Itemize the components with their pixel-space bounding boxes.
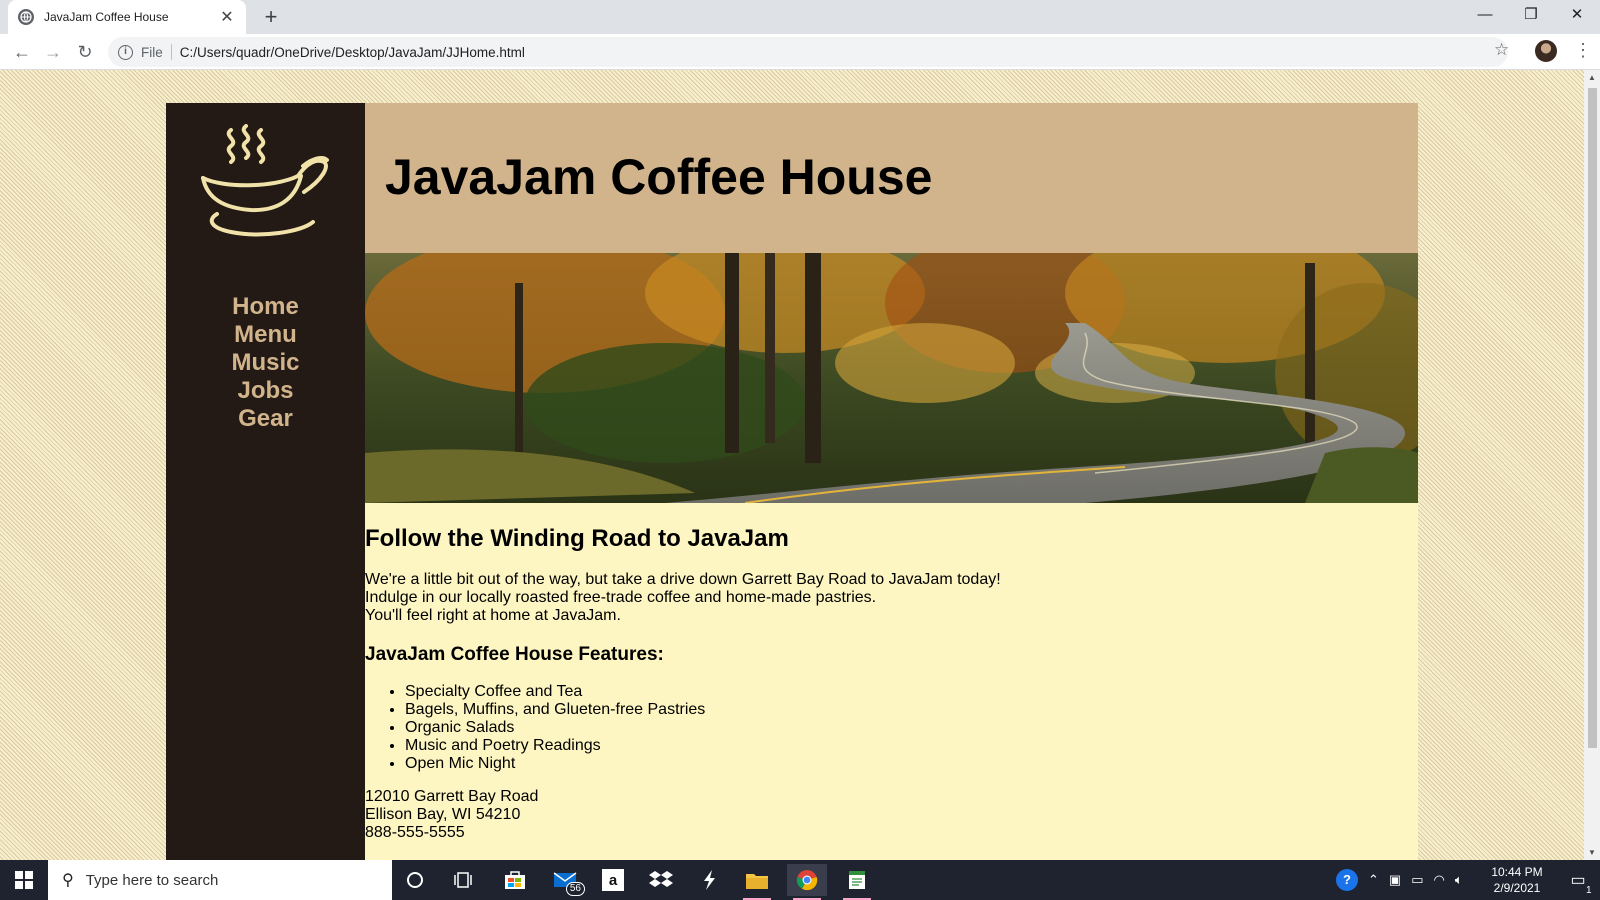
feature-item: Organic Salads [405, 719, 1418, 737]
nav-link-music[interactable]: Music [166, 349, 365, 377]
scroll-down-icon[interactable]: ▼ [1588, 848, 1596, 857]
restore-button[interactable]: ❐ [1508, 0, 1554, 32]
new-tab-button[interactable]: + [258, 4, 284, 30]
intro-line: We're a little bit out of the way, but t… [365, 571, 1001, 588]
address-bar[interactable]: i File C:/Users/quadr/OneDrive/Desktop/J… [108, 37, 1508, 67]
site-nav: Home Menu Music Jobs Gear [166, 293, 365, 433]
site-title: JavaJam Coffee House [385, 149, 933, 205]
reload-icon[interactable]: ↻ [73, 40, 97, 64]
show-hidden-icons-icon[interactable]: ⌃ [1368, 872, 1379, 888]
address-street: 12010 Garrett Bay Road [365, 788, 539, 805]
address-block: 12010 Garrett Bay Road Ellison Bay, WI 5… [365, 788, 1418, 842]
intro-text: We're a little bit out of the way, but t… [365, 571, 1418, 625]
help-icon[interactable]: ? [1336, 869, 1358, 891]
nav-link-menu[interactable]: Menu [166, 321, 365, 349]
windows-start-icon[interactable] [0, 860, 48, 900]
nav-link-gear[interactable]: Gear [166, 405, 365, 433]
amazon-icon[interactable]: a [593, 864, 633, 896]
minimize-button[interactable]: — [1462, 0, 1508, 32]
profile-avatar[interactable] [1535, 40, 1557, 62]
svg-text:a: a [609, 872, 618, 889]
battery-icon[interactable]: ▭ [1411, 872, 1423, 888]
volume-icon[interactable]: 🔈︎ [1455, 872, 1463, 888]
store-icon[interactable] [495, 864, 535, 896]
chrome-icon[interactable] [787, 864, 827, 900]
clock-date: 2/9/2021 [1493, 881, 1541, 895]
browser-tab[interactable]: JavaJam Coffee House ✕ [8, 0, 246, 34]
bookmark-star-icon[interactable]: ☆ [1494, 40, 1509, 60]
feature-item: Specialty Coffee and Tea [405, 683, 1418, 701]
feature-item: Bagels, Muffins, and Glueten-free Pastri… [405, 701, 1418, 719]
cortana-icon[interactable] [395, 864, 435, 896]
taskbar: ⚲ Type here to search 56 a ? ⌃ ▣ ▭ ◠ 🔈︎ … [0, 860, 1600, 900]
clock[interactable]: 10:44 PM 2/9/2021 [1478, 864, 1556, 896]
page-viewport: Home Menu Music Jobs Gear JavaJam Coffee… [0, 70, 1584, 860]
nav-link-home[interactable]: Home [166, 293, 365, 321]
feature-item: Music and Poetry Readings [405, 737, 1418, 755]
task-view-icon[interactable] [443, 864, 483, 896]
search-placeholder: Type here to search [85, 871, 219, 889]
notepad-icon[interactable] [837, 864, 877, 900]
clock-time: 10:44 PM [1491, 865, 1543, 879]
coffee-cup-icon [200, 124, 329, 237]
mail-icon[interactable]: 56 [545, 864, 585, 896]
close-window-button[interactable]: ✕ [1554, 0, 1600, 32]
system-tray: ? ⌃ ▣ ▭ ◠ 🔈︎ [1336, 860, 1463, 900]
hero-image [365, 253, 1418, 503]
site-header: JavaJam Coffee House [365, 103, 1418, 253]
scrollbar-thumb[interactable] [1588, 88, 1597, 748]
browser-toolbar: ← → ↻ i File C:/Users/quadr/OneDrive/Des… [0, 34, 1600, 70]
address-city: Ellison Bay, WI 54210 [365, 806, 521, 823]
file-explorer-icon[interactable] [737, 864, 777, 900]
intro-line: You'll feel right at home at JavaJam. [365, 607, 621, 624]
intro-line: Indulge in our locally roasted free-trad… [365, 589, 877, 606]
info-icon[interactable]: i [118, 44, 133, 60]
tab-title: JavaJam Coffee House [44, 10, 169, 24]
nav-link-jobs[interactable]: Jobs [166, 377, 365, 405]
main-content: Follow the Winding Road to JavaJam We're… [365, 503, 1418, 860]
vertical-scrollbar[interactable]: ▲ ▼ [1584, 70, 1600, 860]
scroll-up-icon[interactable]: ▲ [1588, 73, 1596, 82]
page-wrapper: Home Menu Music Jobs Gear JavaJam Coffee… [166, 103, 1418, 860]
device-icon[interactable]: ▣ [1389, 872, 1401, 888]
tab-strip: JavaJam Coffee House ✕ + — ❐ ✕ [0, 0, 1600, 34]
forward-icon[interactable]: → [41, 40, 65, 64]
back-icon[interactable]: ← [10, 40, 34, 64]
menu-icon[interactable]: ⋮ [1574, 38, 1592, 62]
url-scheme: File [141, 44, 163, 60]
url-text[interactable]: C:/Users/quadr/OneDrive/Desktop/JavaJam/… [180, 45, 525, 60]
close-tab-icon[interactable]: ✕ [218, 7, 236, 27]
taskbar-search-input[interactable]: ⚲ Type here to search [48, 860, 392, 900]
address-phone: 888-555-5555 [365, 824, 465, 841]
logo [166, 103, 365, 253]
globe-icon [18, 9, 34, 25]
notification-count: 1 [1586, 885, 1592, 896]
wifi-icon[interactable]: ◠ [1434, 872, 1445, 888]
main-heading: Follow the Winding Road to JavaJam [365, 525, 789, 552]
features-list: Specialty Coffee and Tea Bagels, Muffins… [365, 683, 1418, 773]
dropbox-icon[interactable] [641, 864, 681, 896]
feature-item: Open Mic Night [405, 755, 1418, 773]
app-icon[interactable] [689, 864, 729, 896]
search-icon: ⚲ [62, 872, 74, 889]
features-heading: JavaJam Coffee House Features: [365, 644, 664, 665]
notification-center-icon[interactable]: ▭ 1 [1556, 860, 1600, 900]
mail-badge: 56 [565, 882, 585, 896]
omnibox-divider [170, 44, 172, 60]
